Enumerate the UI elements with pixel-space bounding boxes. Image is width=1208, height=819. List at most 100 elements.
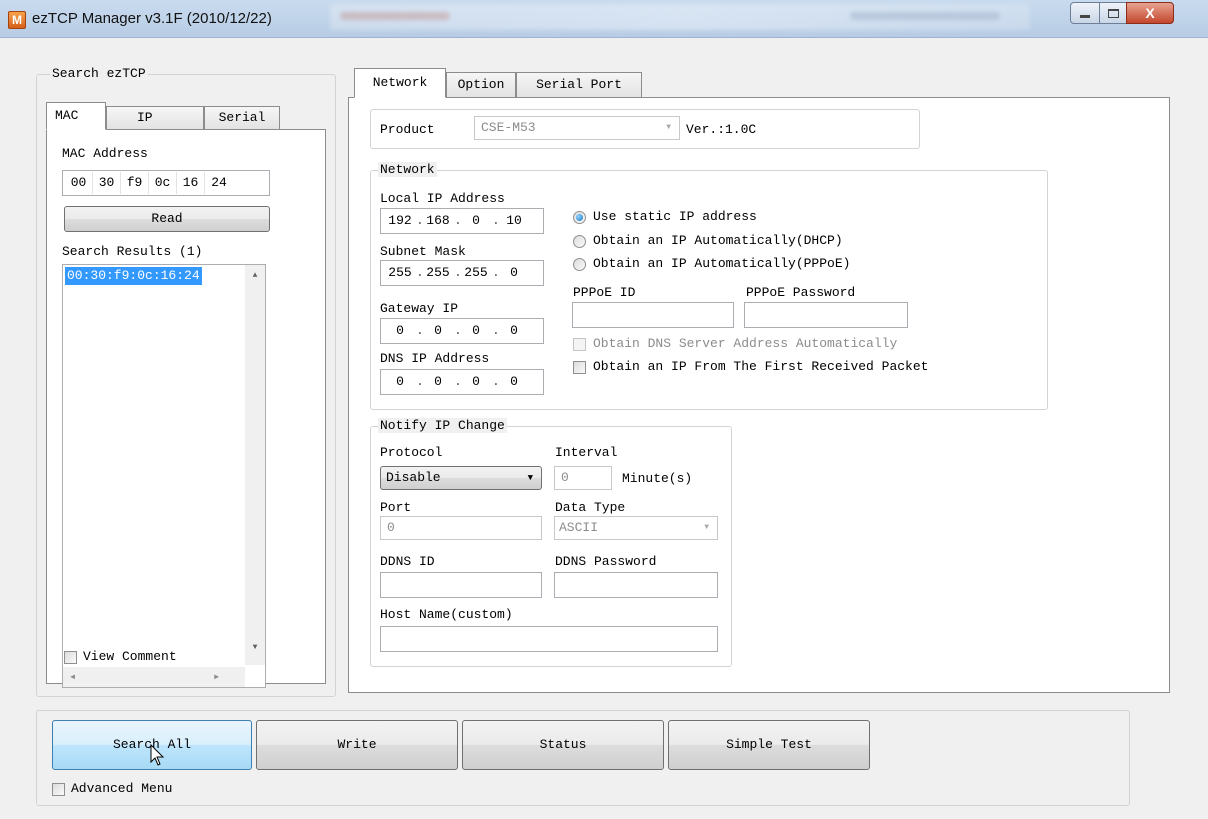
tab-mac[interactable]: MAC [46,102,106,130]
mac-segment[interactable]: 00 [65,172,93,194]
advanced-menu-checkbox[interactable] [52,783,65,796]
gateway-ip-field[interactable]: 0. 0. 0. 0 [380,318,544,344]
host-name-label: Host Name(custom) [380,607,513,622]
advanced-menu-label: Advanced Menu [71,781,173,796]
search-results-list[interactable]: 00:30:f9:0c:16:24 ▲ ▼ ◂ ▸ [62,264,266,688]
radio-pppoe-label: Obtain an IP Automatically(PPPoE) [593,256,851,271]
pppoe-password-input[interactable] [744,302,908,328]
radio-pppoe[interactable] [573,258,586,271]
product-label: Product [380,122,435,137]
close-button[interactable]: X [1126,2,1174,24]
port-input[interactable]: 0 [380,516,542,540]
mac-address-field[interactable]: 00 30 f9 0c 16 24 [62,170,270,196]
mac-segment[interactable]: 16 [177,172,205,194]
ddns-id-label: DDNS ID [380,554,435,569]
interval-label: Interval [555,445,618,460]
interval-input[interactable]: 0 [554,466,612,490]
minimize-icon [1080,15,1090,18]
ip-octet[interactable]: 0 [460,321,492,341]
ip-octet[interactable]: 255 [384,263,416,283]
view-comment-checkbox[interactable] [64,651,77,664]
gateway-ip-label: Gateway IP [380,301,459,316]
product-select[interactable]: CSE-M53 ▼ [474,116,680,140]
mac-segment[interactable]: 0c [149,172,177,194]
search-results-label: Search Results (1) [62,244,203,259]
mac-address-label: MAC Address [62,146,148,161]
write-button[interactable]: Write [256,720,458,770]
pppoe-id-input[interactable] [572,302,734,328]
title-bar: M ezTCP Manager v3.1F (2010/12/22) X [0,0,1208,38]
tab-serial-port[interactable]: Serial Port [516,72,642,98]
minimize-button[interactable] [1070,2,1100,24]
blurred-taskbar-area [330,4,1030,30]
port-value: 0 [387,520,395,535]
status-button[interactable]: Status [462,720,664,770]
host-name-input[interactable] [380,626,718,652]
ip-octet[interactable]: 10 [498,211,530,231]
mac-segment[interactable]: f9 [121,172,149,194]
tab-option[interactable]: Option [446,72,516,98]
obtain-dns-auto-checkbox[interactable] [573,338,586,351]
scroll-up-icon[interactable]: ▲ [245,271,265,280]
ip-octet[interactable]: 0 [460,372,492,392]
mac-segment[interactable]: 24 [205,172,233,194]
ip-octet[interactable]: 0 [384,321,416,341]
obtain-first-packet-checkbox[interactable] [573,361,586,374]
radio-static-ip-label: Use static IP address [593,209,757,224]
chevron-down-icon: ▼ [704,523,709,532]
subnet-mask-label: Subnet Mask [380,244,466,259]
radio-dhcp-label: Obtain an IP Automatically(DHCP) [593,233,843,248]
tab-mac-label: MAC [55,108,79,123]
ip-octet[interactable]: 255 [460,263,492,283]
close-icon: X [1145,5,1155,21]
radio-dhcp[interactable] [573,235,586,248]
ip-octet[interactable]: 255 [422,263,454,283]
data-type-select[interactable]: ASCII ▼ [554,516,718,540]
tab-serial-port-label: Serial Port [536,77,622,92]
tab-serial[interactable]: Serial [204,106,280,130]
read-button[interactable]: Read [64,206,270,232]
maximize-button[interactable] [1099,2,1127,24]
ddns-id-input[interactable] [380,572,542,598]
ip-octet[interactable]: 0 [498,263,530,283]
ddns-password-input[interactable] [554,572,718,598]
tab-network-label: Network [372,75,428,90]
protocol-select[interactable]: Disable ▼ [380,466,542,490]
network-group-label: Network [378,162,437,177]
ip-octet[interactable]: 0 [422,372,454,392]
obtain-first-packet-label: Obtain an IP From The First Received Pac… [593,359,929,374]
data-type-value: ASCII [559,520,599,535]
product-value: CSE-M53 [481,120,536,135]
tab-ip-label: IP [137,110,153,125]
mac-segment[interactable]: 30 [93,172,121,194]
radio-static-ip[interactable] [573,211,586,224]
ip-octet[interactable]: 0 [498,321,530,341]
dns-ip-label: DNS IP Address [380,351,490,366]
local-ip-field[interactable]: 192. 168. 0. 10 [380,208,544,234]
tab-ip[interactable]: IP [106,106,204,130]
ip-octet[interactable]: 0 [422,321,454,341]
scroll-right-icon[interactable]: ▸ [213,669,220,684]
list-item[interactable]: 00:30:f9:0c:16:24 [65,267,202,285]
simple-test-button[interactable]: Simple Test [668,720,870,770]
subnet-mask-field[interactable]: 255. 255. 255. 0 [380,260,544,286]
maximize-icon [1107,9,1119,18]
chevron-down-icon: ▼ [666,123,671,132]
ip-octet[interactable]: 0 [460,211,492,231]
pppoe-password-label: PPPoE Password [746,285,856,300]
pppoe-id-label: PPPoE ID [573,285,636,300]
ip-octet[interactable]: 168 [422,211,454,231]
dns-ip-field[interactable]: 0. 0. 0. 0 [380,369,544,395]
version-label: Ver.:1.0C [686,122,757,137]
protocol-label: Protocol [380,445,443,460]
data-type-label: Data Type [555,500,626,515]
vertical-scrollbar[interactable]: ▲ ▼ [245,265,265,665]
window-title: ezTCP Manager v3.1F (2010/12/22) [32,10,272,27]
tab-network[interactable]: Network [354,68,446,98]
ip-octet[interactable]: 192 [384,211,416,231]
scroll-left-icon[interactable]: ◂ [69,669,76,684]
scroll-down-icon[interactable]: ▼ [245,643,265,652]
ip-octet[interactable]: 0 [498,372,530,392]
ip-octet[interactable]: 0 [384,372,416,392]
horizontal-scrollbar[interactable]: ◂ ▸ [63,667,245,687]
